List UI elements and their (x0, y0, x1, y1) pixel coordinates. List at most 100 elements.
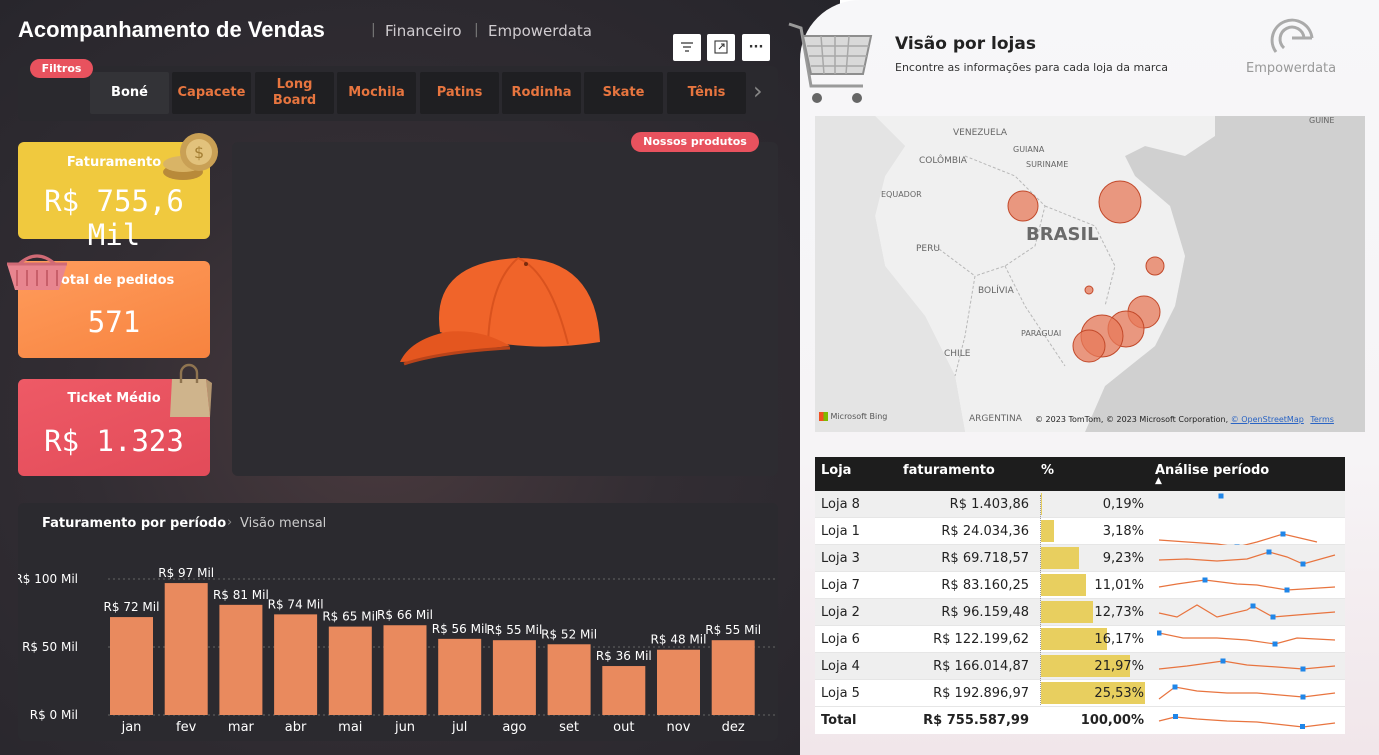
more-options-button[interactable]: ··· (742, 34, 770, 61)
revenue-bar[interactable] (110, 617, 153, 715)
revenue-bar[interactable] (547, 644, 591, 715)
x-tick-label: jun (394, 720, 415, 735)
pct-bar (1041, 574, 1086, 596)
store-name: Loja 1 (821, 524, 860, 539)
tab-patins[interactable]: Patins (420, 72, 499, 114)
tab-mochila[interactable]: Mochila (337, 72, 416, 114)
bar-data-label: R$ 55 Mil (486, 623, 542, 637)
sparkline (1158, 531, 1318, 545)
x-tick-label: mai (338, 720, 362, 735)
sparkline (1158, 549, 1336, 567)
revenue-bar-chart: R$ 0 Mil R$ 50 Mil R$ 100 Mil R$ 72 Mil jan R… (18, 566, 776, 735)
next-tabs-chevron-icon[interactable]: › (753, 77, 763, 105)
tab-capacete[interactable]: Capacete (172, 72, 251, 114)
table-row[interactable]: Loja 3 R$ 69.718,57 9,23% (815, 545, 1345, 572)
sparkline (1158, 603, 1336, 620)
total-pct: 100,00% (1080, 713, 1144, 728)
total-faturamento: R$ 755.587,99 (923, 713, 1029, 728)
store-name: Loja 3 (821, 551, 860, 566)
stores-title: Visão por lojas (895, 34, 1036, 54)
revenue-bar[interactable] (492, 640, 536, 715)
cap-image (400, 257, 600, 366)
revenue-bar[interactable] (274, 614, 318, 715)
revenue-bar[interactable] (602, 666, 646, 715)
nossos-produtos-pill: Nossos produtos (631, 132, 759, 152)
revenue-bar[interactable] (711, 640, 755, 715)
bing-label: Microsoft Bing (830, 412, 888, 421)
pct-bar (1041, 520, 1054, 542)
store-faturamento: R$ 83.160,25 (941, 578, 1029, 593)
store-pct: 16,17% (1094, 632, 1144, 647)
bar-data-label: R$ 65 Mil (322, 610, 378, 624)
table-row[interactable]: Loja 4 R$ 166.014,87 21,97% (815, 653, 1345, 680)
revenue-chart-panel: Faturamento por período › Visão mensal R… (18, 503, 778, 741)
kpi-value: R$ 755,6 Mil (44, 184, 184, 252)
table-row[interactable]: Loja 7 R$ 83.160,25 11,01% (815, 572, 1345, 599)
pct-bar (1041, 493, 1042, 515)
terms-link[interactable]: Terms (1310, 415, 1334, 424)
store-pct: 21,97% (1094, 659, 1144, 674)
revenue-bar[interactable] (164, 583, 208, 715)
sparkline (1158, 684, 1336, 700)
sparkline-marker (1284, 587, 1290, 593)
bar-data-label: R$ 81 Mil (213, 588, 269, 602)
revenue-bar[interactable] (328, 626, 372, 715)
bar-data-label: R$ 72 Mil (104, 600, 160, 614)
col-loja[interactable]: Loja (821, 463, 851, 478)
tab-skate[interactable]: Skate (584, 72, 663, 114)
store-faturamento: R$ 69.718,57 (941, 551, 1029, 566)
table-row[interactable]: Loja 1 R$ 24.034,36 3,18% (815, 518, 1345, 545)
revenue-bar[interactable] (657, 649, 700, 715)
sparkline (1158, 658, 1336, 672)
y-tick-label: R$ 100 Mil (18, 572, 78, 586)
y-tick-label: R$ 50 Mil (22, 640, 78, 654)
shopping-cart-icon (788, 22, 873, 103)
bar-data-label: R$ 74 Mil (268, 597, 324, 611)
sparkline-marker (1157, 630, 1162, 636)
bar-data-label: R$ 36 Mil (596, 649, 652, 663)
store-pct: 11,01% (1094, 578, 1144, 593)
y-tick-label: R$ 0 Mil (30, 708, 78, 722)
x-tick-label: jul (451, 720, 467, 735)
revenue-bar[interactable] (438, 638, 482, 715)
sparkline-marker (1266, 549, 1272, 555)
page-title: Acompanhamento de Vendas (18, 17, 325, 42)
x-tick-label: dez (722, 720, 745, 735)
table-row[interactable]: Loja 8 R$ 1.403,86 0,19% (815, 491, 1345, 518)
col-faturamento[interactable]: faturamento (903, 463, 995, 478)
tab-tenis[interactable]: Tênis (667, 72, 746, 114)
table-row[interactable]: Loja 2 R$ 96.159,48 12,73% (815, 599, 1345, 626)
stores-map[interactable]: VENEZUELA COLÔMBIA GUIANA SURINAME GUINE… (815, 116, 1365, 432)
sort-ascending-icon[interactable]: ▲ (1155, 476, 1162, 486)
expand-icon[interactable] (707, 34, 735, 61)
revenue-bar[interactable] (383, 625, 427, 715)
sparkline-marker (1202, 577, 1208, 583)
tab-bone[interactable]: Boné (90, 72, 169, 114)
osm-link[interactable]: © OpenStreetMap (1231, 415, 1304, 424)
store-name: Loja 2 (821, 605, 860, 620)
store-bubbles (1007, 180, 1165, 363)
shopping-bag-icon (170, 363, 212, 417)
x-tick-label: abr (285, 720, 307, 735)
sparkline-marker (1250, 603, 1256, 609)
tab-rodinha[interactable]: Rodinha (502, 72, 581, 114)
store-pct: 0,19% (1102, 497, 1144, 512)
col-analise[interactable]: Análise período (1155, 463, 1269, 478)
store-bubble (1098, 180, 1142, 224)
table-row[interactable]: Loja 5 R$ 192.896,97 25,53% (815, 680, 1345, 707)
table-header: Loja faturamento % Análise período ▲ (815, 457, 1345, 491)
store-name: Loja 8 (821, 497, 860, 512)
store-name: Loja 6 (821, 632, 860, 647)
subtitle-empowerdata: Empowerdata (488, 22, 592, 40)
sparkline (1158, 577, 1336, 593)
sparkline-marker (1270, 614, 1276, 620)
kpi-value: R$ 1.323 (44, 424, 184, 458)
bing-logo: Microsoft Bing (819, 412, 887, 421)
title-separator: | (371, 22, 376, 38)
filter-icon[interactable] (673, 34, 701, 61)
table-row[interactable]: Loja 6 R$ 122.199,62 16,17% (815, 626, 1345, 653)
empowerdata-logo-text: Empowerdata (1246, 61, 1337, 76)
revenue-bar[interactable] (219, 604, 263, 715)
tab-long-board[interactable]: Long Board (255, 72, 334, 114)
col-pct[interactable]: % (1041, 463, 1054, 478)
